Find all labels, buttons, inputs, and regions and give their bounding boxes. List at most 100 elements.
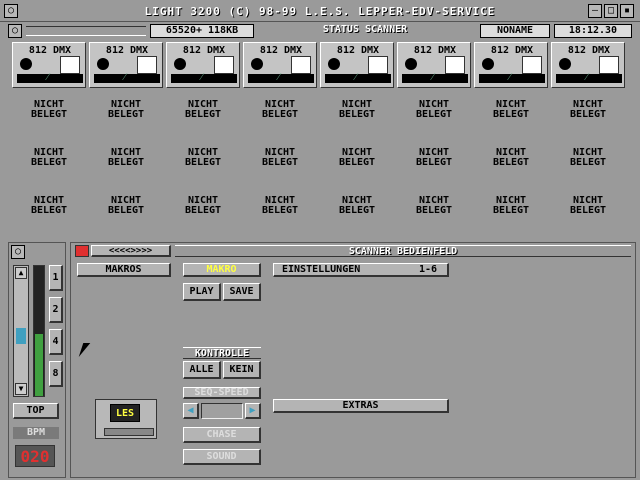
channel-tile[interactable]: 812 DMX ⁄ bbox=[89, 42, 163, 88]
channel-color-swatch bbox=[522, 56, 542, 74]
empty-slot[interactable]: NICHT BELEGT bbox=[89, 148, 163, 168]
empty-slot-line2: BELEGT bbox=[338, 205, 376, 216]
channel-label: 812 DMX bbox=[105, 45, 149, 56]
empty-slot[interactable]: NICHT BELEGT bbox=[89, 196, 163, 216]
empty-slot-line2: BELEGT bbox=[492, 109, 530, 120]
channel-tile[interactable]: 812 DMX ⁄ bbox=[551, 42, 625, 88]
empty-slot[interactable]: NICHT BELEGT bbox=[474, 196, 548, 216]
nav-arrows[interactable]: <<<<>>>> bbox=[91, 245, 171, 257]
status-close-icon[interactable]: ○ bbox=[8, 24, 22, 38]
channel-level-bar: ⁄ bbox=[556, 72, 622, 83]
step-button[interactable]: 1 bbox=[49, 265, 63, 291]
chase-button[interactable]: CHASE bbox=[183, 427, 261, 443]
channel-arrow-icon: ⁄ bbox=[509, 72, 511, 83]
channel-tile[interactable]: 812 DMX ⁄ bbox=[166, 42, 240, 88]
channel-arrow-icon: ⁄ bbox=[355, 72, 357, 83]
play-button[interactable]: PLAY bbox=[183, 283, 221, 301]
speed-left-arrow-icon[interactable]: ◀ bbox=[183, 403, 199, 419]
empty-slot-line2: BELEGT bbox=[569, 157, 607, 168]
memory-readout: 65520+ 118KB bbox=[150, 24, 254, 38]
channel-status-icon bbox=[328, 58, 340, 70]
channel-tile[interactable]: 812 DMX ⁄ bbox=[12, 42, 86, 88]
empty-slot[interactable]: NICHT BELEGT bbox=[243, 100, 317, 120]
channel-color-swatch bbox=[599, 56, 619, 74]
les-logo: LES bbox=[95, 399, 157, 439]
left-panel-close-icon[interactable]: ○ bbox=[11, 245, 25, 259]
step-button[interactable]: 4 bbox=[49, 329, 63, 355]
panel-close-icon[interactable] bbox=[75, 245, 89, 257]
speed-slider[interactable] bbox=[201, 403, 243, 419]
bpm-display: 020 bbox=[15, 445, 55, 467]
empty-slot[interactable]: NICHT BELEGT bbox=[551, 196, 625, 216]
empty-slot-line2: BELEGT bbox=[261, 157, 299, 168]
channel-status-icon bbox=[97, 58, 109, 70]
step-button[interactable]: 8 bbox=[49, 361, 63, 387]
channel-tile[interactable]: 812 DMX ⁄ bbox=[320, 42, 394, 88]
empty-slot-line2: BELEGT bbox=[184, 109, 222, 120]
channel-color-swatch bbox=[445, 56, 465, 74]
maximize-icon[interactable]: □ bbox=[604, 4, 618, 18]
channel-status-icon bbox=[482, 58, 494, 70]
empty-slot[interactable]: NICHT BELEGT bbox=[397, 196, 471, 216]
empty-slot[interactable]: NICHT BELEGT bbox=[551, 148, 625, 168]
empty-slot[interactable]: NICHT BELEGT bbox=[474, 100, 548, 120]
empty-slot[interactable]: NICHT BELEGT bbox=[397, 100, 471, 120]
empty-slot[interactable]: NICHT BELEGT bbox=[474, 148, 548, 168]
down-arrow-icon[interactable]: ▼ bbox=[15, 383, 27, 395]
depth-icon[interactable]: ▪ bbox=[620, 4, 634, 18]
empty-slot[interactable]: NICHT BELEGT bbox=[166, 148, 240, 168]
alle-button[interactable]: ALLE bbox=[183, 361, 221, 379]
channel-tile[interactable]: 812 DMX ⁄ bbox=[243, 42, 317, 88]
empty-slot-line2: BELEGT bbox=[261, 109, 299, 120]
speed-right-arrow-icon[interactable]: ▶ bbox=[245, 403, 261, 419]
channel-status-icon bbox=[174, 58, 186, 70]
bpm-label: BPM bbox=[13, 427, 59, 439]
empty-slot[interactable]: NICHT BELEGT bbox=[320, 196, 394, 216]
window-title: LIGHT 3200 (C) 98-99 L.E.S. LEPPER-EDV-S… bbox=[144, 5, 496, 18]
minimize-icon[interactable]: – bbox=[588, 4, 602, 18]
sound-button[interactable]: SOUND bbox=[183, 449, 261, 465]
channel-color-swatch bbox=[60, 56, 80, 74]
empty-slot[interactable]: NICHT BELEGT bbox=[166, 196, 240, 216]
channel-status-icon bbox=[20, 58, 32, 70]
channel-tile[interactable]: 812 DMX ⁄ bbox=[397, 42, 471, 88]
step-button[interactable]: 2 bbox=[49, 297, 63, 323]
channel-arrow-icon: ⁄ bbox=[47, 72, 49, 83]
empty-slot-line2: BELEGT bbox=[184, 205, 222, 216]
channel-arrow-icon: ⁄ bbox=[278, 72, 280, 83]
channel-status-icon bbox=[251, 58, 263, 70]
empty-slot[interactable]: NICHT BELEGT bbox=[12, 100, 86, 120]
empty-slot[interactable]: NICHT BELEGT bbox=[320, 148, 394, 168]
empty-slot-line2: BELEGT bbox=[415, 205, 453, 216]
empty-slot-line2: BELEGT bbox=[30, 109, 68, 120]
up-arrow-icon[interactable]: ▲ bbox=[15, 267, 27, 279]
empty-slot[interactable]: NICHT BELEGT bbox=[166, 100, 240, 120]
empty-slot[interactable]: NICHT BELEGT bbox=[397, 148, 471, 168]
empty-slot[interactable]: NICHT BELEGT bbox=[12, 196, 86, 216]
clock: 18:12.30 bbox=[554, 24, 632, 38]
kein-button[interactable]: KEIN bbox=[223, 361, 261, 379]
save-button[interactable]: SAVE bbox=[223, 283, 261, 301]
empty-slot[interactable]: NICHT BELEGT bbox=[243, 148, 317, 168]
channel-label: 812 DMX bbox=[182, 45, 226, 56]
einstellungen-button[interactable]: EINSTELLUNGEN 1-6 bbox=[273, 263, 449, 277]
fader-track[interactable]: ▲ ▼ bbox=[13, 265, 29, 397]
channel-tile[interactable]: 812 DMX ⁄ bbox=[474, 42, 548, 88]
top-button[interactable]: TOP bbox=[13, 403, 59, 419]
empty-slot[interactable]: NICHT BELEGT bbox=[551, 100, 625, 120]
empty-slot[interactable]: NICHT BELEGT bbox=[12, 148, 86, 168]
makros-button[interactable]: MAKROS bbox=[77, 263, 171, 277]
makro-button[interactable]: MAKRO bbox=[183, 263, 261, 277]
empty-slot[interactable]: NICHT BELEGT bbox=[243, 196, 317, 216]
empty-slot[interactable]: NICHT BELEGT bbox=[89, 100, 163, 120]
empty-slot[interactable]: NICHT BELEGT bbox=[320, 100, 394, 120]
extras-button[interactable]: EXTRAS bbox=[273, 399, 449, 413]
channel-level-bar: ⁄ bbox=[325, 72, 391, 83]
fader-handle[interactable] bbox=[16, 328, 26, 344]
status-spacer bbox=[26, 26, 146, 36]
einstellungen-range: 1-6 bbox=[418, 264, 437, 275]
channel-color-swatch bbox=[137, 56, 157, 74]
channel-level-bar: ⁄ bbox=[402, 72, 468, 83]
channel-level-bar: ⁄ bbox=[17, 72, 83, 83]
mouse-pointer-icon bbox=[78, 343, 91, 357]
